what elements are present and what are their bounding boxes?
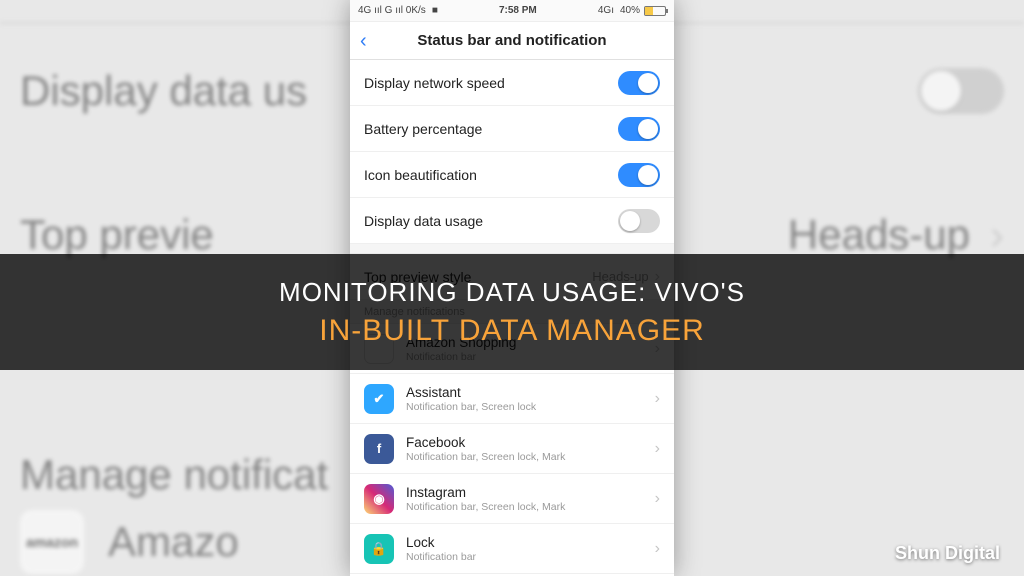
title-line-2: IN-BUILT DATA MANAGER — [319, 314, 705, 348]
status-time: 7:58 PM — [499, 5, 537, 16]
row-battery-percentage[interactable]: Battery percentage — [350, 106, 674, 152]
bg-amazon-label: Amazo — [108, 518, 239, 566]
status-signal: 4G ııl G ııl 0K/s — [358, 5, 426, 16]
row-label: Display network speed — [364, 75, 618, 91]
bg-text-row3: Manage notificat — [20, 451, 328, 499]
app-row-lock[interactable]: 🔒 Lock Notification bar › — [350, 524, 674, 574]
nav-header: ‹ Status bar and notification — [350, 22, 674, 60]
bg-toggle-off — [918, 68, 1004, 114]
instagram-icon: ◉ — [364, 484, 394, 514]
page-title: Status bar and notification — [417, 32, 606, 49]
assistant-icon: ✔ — [364, 384, 394, 414]
app-detail: Notification bar, Screen lock, Mark — [406, 451, 643, 463]
chevron-right-icon: › — [655, 540, 660, 558]
lock-icon: 🔒 — [364, 534, 394, 564]
app-name: Facebook — [406, 435, 643, 450]
app-detail: Notification bar — [406, 551, 643, 563]
app-name: Lock — [406, 535, 643, 550]
chevron-right-icon: › — [990, 211, 1004, 259]
facebook-icon: f — [364, 434, 394, 464]
row-display-data-usage[interactable]: Display data usage — [350, 198, 674, 244]
battery-icon — [644, 6, 666, 16]
status-battery: 40% — [620, 5, 666, 16]
battery-percent: 40% — [620, 5, 640, 16]
bg-amazon-icon: amazon — [20, 510, 84, 574]
status-bar: 4G ııl G ııl 0K/s ■ 7:58 PM 4Gı 40% — [350, 0, 674, 22]
app-detail: Notification bar, Screen lock — [406, 401, 643, 413]
app-row-assistant[interactable]: ✔ Assistant Notification bar, Screen loc… — [350, 374, 674, 424]
title-line-1: MONITORING DATA USAGE: VIVO'S — [279, 277, 745, 308]
bg-text-row2-left: Top previe — [20, 211, 214, 259]
chevron-right-icon: › — [655, 490, 660, 508]
row-label: Display data usage — [364, 213, 618, 229]
toggle-switch[interactable] — [618, 71, 660, 95]
app-detail: Notification bar, Screen lock, Mark — [406, 501, 643, 513]
row-label: Icon beautification — [364, 167, 618, 183]
video-icon: ■ — [432, 5, 438, 16]
app-row-instagram[interactable]: ◉ Instagram Notification bar, Screen loc… — [350, 474, 674, 524]
title-overlay-band: MONITORING DATA USAGE: VIVO'S IN-BUILT D… — [0, 254, 1024, 370]
app-name: Instagram — [406, 485, 643, 500]
chevron-right-icon: › — [655, 390, 660, 408]
toggle-switch[interactable] — [618, 117, 660, 141]
chevron-right-icon: › — [655, 440, 660, 458]
app-name: Assistant — [406, 385, 643, 400]
toggle-switch[interactable] — [618, 163, 660, 187]
watermark: Shun Digital — [895, 543, 1000, 564]
status-net-right: 4Gı — [598, 5, 614, 16]
toggle-switch[interactable] — [618, 209, 660, 233]
row-icon-beautification[interactable]: Icon beautification — [350, 152, 674, 198]
row-display-network-speed[interactable]: Display network speed — [350, 60, 674, 106]
back-button[interactable]: ‹ — [360, 31, 367, 51]
bg-text-row1: Display data us — [20, 67, 307, 115]
app-row-facebook[interactable]: f Facebook Notification bar, Screen lock… — [350, 424, 674, 474]
bg-text-row2-right: Heads-up — [788, 211, 970, 259]
row-label: Battery percentage — [364, 121, 618, 137]
